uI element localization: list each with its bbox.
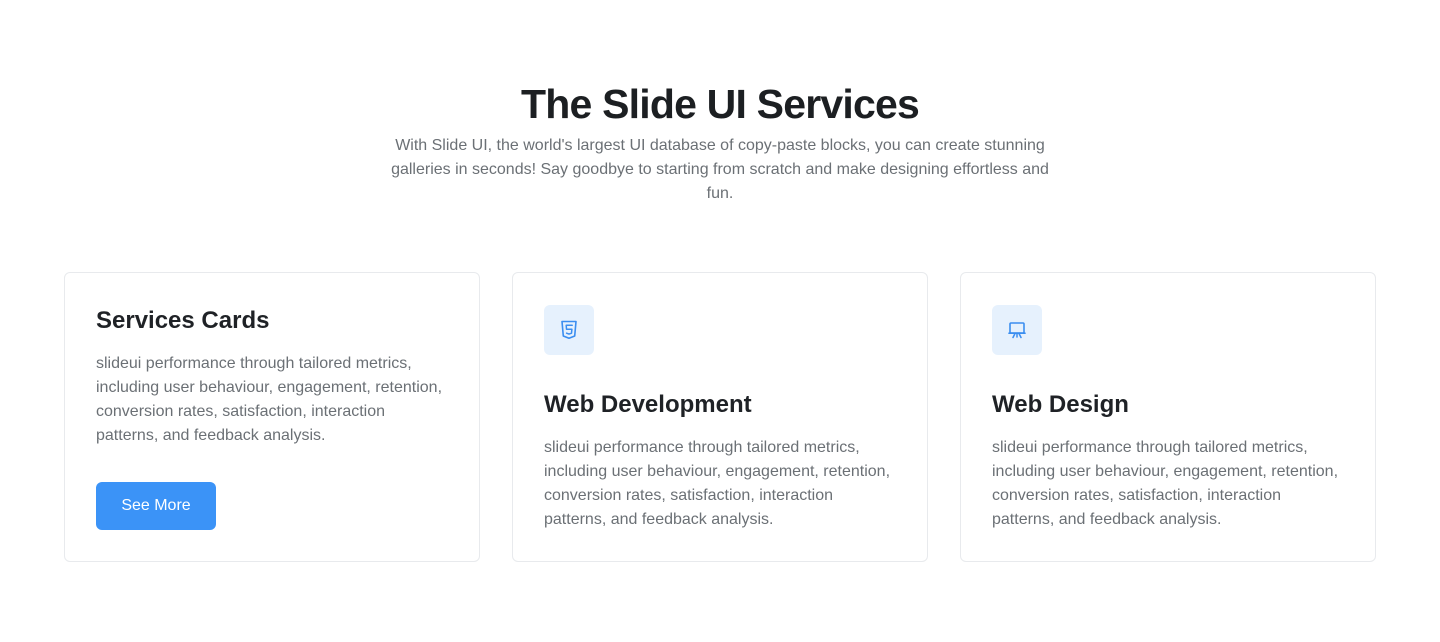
see-more-button[interactable]: See More (96, 482, 216, 530)
page-subtitle: With Slide UI, the world's largest UI da… (391, 137, 1049, 202)
service-card-services-cards: Services Cards slideui performance throu… (64, 272, 480, 562)
card-description: slideui performance through tailored met… (96, 355, 443, 444)
card-description: slideui performance through tailored met… (992, 439, 1339, 528)
card-title: Web Design (992, 391, 1129, 418)
card-description: slideui performance through tailored met… (544, 439, 891, 528)
html5-icon (544, 305, 594, 355)
services-header: The Slide UI Services With Slide UI, the… (0, 78, 1440, 206)
service-card-web-development: Web Development slideui performance thro… (512, 272, 928, 562)
service-card-web-design: Web Design slideui performance through t… (960, 272, 1376, 562)
presentation-screen-icon (992, 305, 1042, 355)
page-title: The Slide UI Services (521, 81, 920, 127)
card-title: Services Cards (96, 307, 270, 334)
services-cards: Services Cards slideui performance throu… (64, 272, 1376, 562)
card-title: Web Development (544, 391, 752, 418)
